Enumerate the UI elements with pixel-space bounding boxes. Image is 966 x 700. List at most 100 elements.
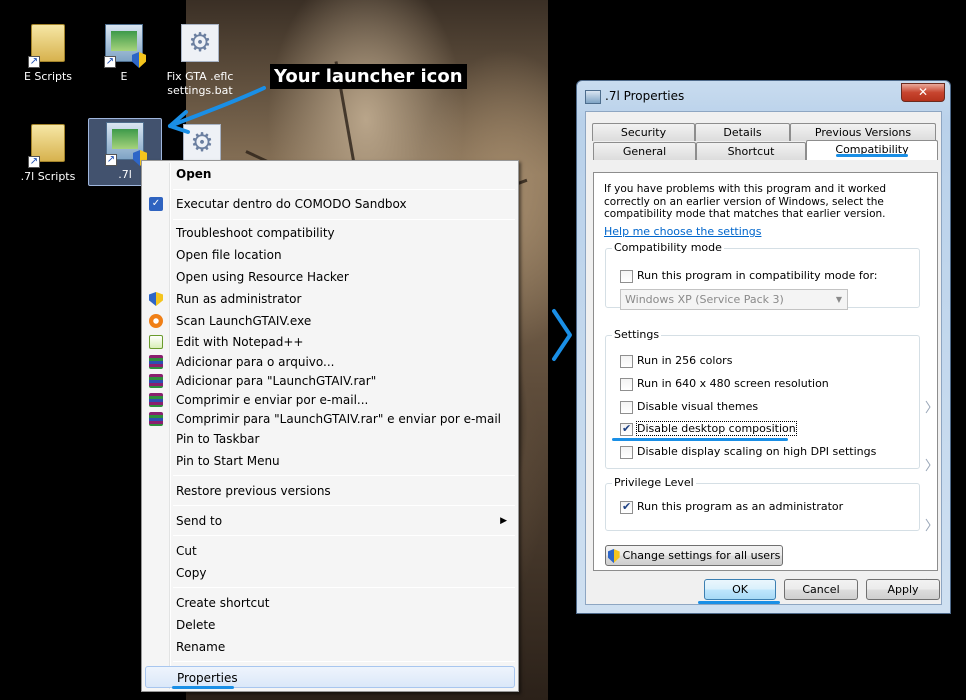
app-shortcut-icon: ↗: [104, 24, 146, 68]
setting-640x480[interactable]: Run in 640 x 480 screen resolution: [620, 377, 829, 393]
annotation-arrow-icon: [168, 86, 266, 134]
setting-disable-desktop-composition[interactable]: Disable desktop composition: [620, 421, 797, 438]
menu-item-cut[interactable]: Cut: [145, 540, 515, 562]
checkbox-checked[interactable]: [620, 422, 633, 436]
antivirus-icon: [149, 314, 163, 328]
privilege-run-as-admin[interactable]: Run this program as an administrator: [620, 500, 843, 516]
desktop-icon-label: E Scripts: [23, 70, 73, 83]
app-icon: [585, 89, 601, 104]
desktop-icon-7l-scripts[interactable]: ↗ .7l Scripts: [16, 122, 80, 184]
checkbox-label: Disable display scaling on high DPI sett…: [637, 445, 877, 458]
context-menu: Open ✓ Executar dentro do COMODO Sandbox …: [141, 160, 519, 692]
compatibility-mode-group: Compatibility mode Run this program in c…: [605, 241, 920, 310]
setting-disable-dpi-scaling[interactable]: Disable display scaling on high DPI sett…: [620, 445, 876, 461]
checkbox-label: Run in 256 colors: [637, 354, 733, 367]
checkbox[interactable]: [620, 400, 633, 414]
settings-group: Settings Run in 256 colors Run in 640 x …: [605, 328, 920, 469]
help-choose-settings-link[interactable]: Help me choose the settings: [604, 225, 761, 238]
menu-item-properties[interactable]: Properties: [145, 666, 515, 688]
menu-item-delete[interactable]: Delete: [145, 614, 515, 636]
folder-icon: ↗: [28, 24, 68, 68]
annotation-underline-compatibility: [836, 154, 908, 157]
checkbox-label: Disable visual themes: [637, 400, 759, 413]
folder-icon: ↗: [28, 124, 68, 168]
privilege-level-group: Privilege Level Run this program as an a…: [605, 476, 920, 531]
menu-item-copy[interactable]: Copy: [145, 562, 515, 584]
dialog-title: .7l Properties: [585, 89, 684, 104]
compat-mode-checkbox[interactable]: [620, 269, 633, 283]
comodo-icon: ✓: [149, 197, 163, 211]
app-shortcut-icon: ↗: [105, 122, 147, 166]
group-label: Privilege Level: [612, 476, 696, 489]
menu-separator: [173, 219, 515, 220]
compatibility-panel: If you have problems with this program a…: [593, 172, 938, 592]
checkbox-checked[interactable]: [620, 500, 633, 514]
tab-shortcut[interactable]: Shortcut: [696, 142, 806, 160]
menu-item-troubleshoot[interactable]: Troubleshoot compatibility: [145, 222, 515, 244]
menu-item-send-to[interactable]: Send to ▶: [145, 510, 515, 532]
tab-general[interactable]: General: [593, 142, 696, 160]
menu-item-pin-taskbar[interactable]: Pin to Taskbar: [145, 428, 515, 450]
notepadpp-icon: [149, 335, 163, 349]
desktop-icon-e-scripts[interactable]: ↗ E Scripts: [16, 22, 80, 84]
chevron-down-icon: ▼: [835, 295, 842, 304]
desktop-icon-label: .7l Scripts: [20, 170, 76, 183]
menu-separator: [173, 535, 515, 536]
checkbox-label: Disable desktop composition: [636, 421, 797, 436]
tab-previous-versions[interactable]: Previous Versions: [790, 123, 936, 141]
menu-item-restore-versions[interactable]: Restore previous versions: [145, 480, 515, 502]
dialog-body: Security Details Previous Versions Gener…: [585, 111, 942, 605]
menu-item-rename[interactable]: Rename: [145, 636, 515, 658]
menu-item-open-file-location[interactable]: Open file location: [145, 244, 515, 266]
checkbox[interactable]: [620, 377, 633, 391]
menu-separator: [173, 475, 515, 476]
menu-item-edit-notepadpp[interactable]: Edit with Notepad++: [145, 331, 515, 353]
ok-button[interactable]: OK: [704, 579, 776, 600]
menu-item-create-shortcut[interactable]: Create shortcut: [145, 592, 515, 614]
compatibility-description: If you have problems with this program a…: [604, 183, 887, 220]
winrar-icon: [149, 412, 163, 426]
menu-item-pin-start[interactable]: Pin to Start Menu: [145, 450, 515, 472]
setting-256-colors[interactable]: Run in 256 colors: [620, 354, 732, 370]
desktop-icon-label: E: [120, 70, 128, 83]
desktop-icon-e[interactable]: ↗ E: [92, 22, 156, 84]
menu-item-resource-hacker[interactable]: Open using Resource Hacker: [145, 266, 515, 288]
tab-security[interactable]: Security: [592, 123, 695, 141]
group-label: Compatibility mode: [612, 241, 724, 254]
winrar-icon: [149, 393, 163, 407]
menu-item-comodo-sandbox[interactable]: ✓ Executar dentro do COMODO Sandbox: [145, 193, 515, 215]
annotation-underline-ok: [698, 601, 780, 604]
close-button[interactable]: ✕: [901, 83, 945, 102]
tab-compatibility[interactable]: Compatibility: [806, 140, 938, 160]
annotation-underline-desktop-composition: [612, 438, 788, 441]
setting-disable-visual-themes[interactable]: Disable visual themes: [620, 400, 758, 416]
submenu-arrow-icon: ▶: [500, 516, 507, 526]
apply-button[interactable]: Apply: [866, 579, 940, 600]
checkbox[interactable]: [620, 445, 633, 459]
change-settings-all-users-button[interactable]: Change settings for all users: [605, 545, 783, 566]
menu-separator: [173, 587, 515, 588]
checkbox-label: Run this program as an administrator: [637, 500, 844, 513]
uac-shield-icon: [149, 292, 163, 306]
batch-file-gear-icon: ⚙: [180, 24, 220, 66]
menu-item-compress-rar-email[interactable]: Comprimir para "LaunchGTAIV.rar" e envia…: [145, 408, 515, 430]
cancel-button[interactable]: Cancel: [784, 579, 858, 600]
chevron-right-icon: [552, 309, 572, 361]
menu-item-run-as-admin[interactable]: Run as administrator: [145, 288, 515, 310]
winrar-icon: [149, 374, 163, 388]
menu-item-scan[interactable]: Scan LaunchGTAIV.exe: [145, 310, 515, 332]
menu-separator: [173, 661, 515, 662]
tab-details[interactable]: Details: [695, 123, 790, 141]
menu-separator: [173, 505, 515, 506]
checkbox-label: Run this program in compatibility mode f…: [637, 269, 878, 282]
checkbox[interactable]: [620, 354, 633, 368]
annotation-underline-properties: [172, 686, 234, 689]
annotation-caption: Your launcher icon: [270, 64, 467, 89]
compat-mode-checkbox-row[interactable]: Run this program in compatibility mode f…: [620, 269, 878, 285]
menu-item-open[interactable]: Open: [145, 163, 515, 185]
group-label: Settings: [612, 328, 662, 341]
properties-dialog: .7l Properties ✕ Security Details Previo…: [576, 80, 951, 614]
checkbox-label: Run in 640 x 480 screen resolution: [637, 377, 829, 390]
compat-mode-select[interactable]: Windows XP (Service Pack 3) ▼: [620, 289, 848, 310]
winrar-icon: [149, 355, 163, 369]
